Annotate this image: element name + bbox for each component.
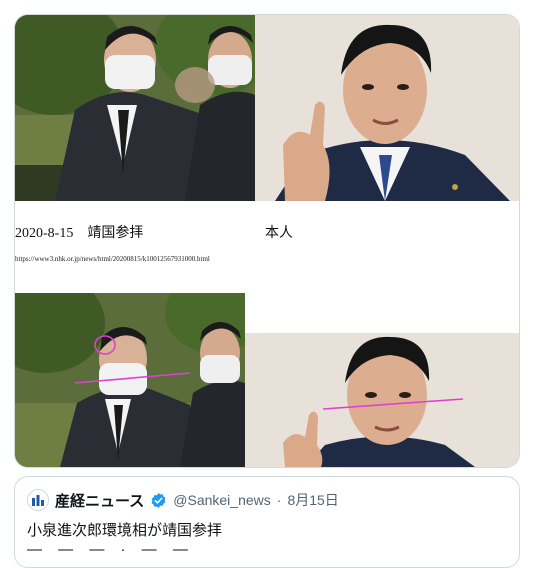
photo-portrait-top[interactable] <box>255 15 519 201</box>
header-separator: · <box>276 492 282 508</box>
caption-the-person: 本人 <box>265 226 293 241</box>
quoted-account-name[interactable]: 産経ニュース <box>55 490 144 511</box>
photo-portrait-annotated[interactable] <box>245 333 519 467</box>
quoted-account-handle[interactable]: @Sankei_news <box>173 492 271 508</box>
source-url: https://www3.nhk.or.jp/news/html/2020081… <box>15 255 210 263</box>
quoted-tweet-card[interactable]: 産経ニュース @Sankei_news · 8月15日 小泉進次郎環境相が靖国参… <box>14 476 520 568</box>
verified-badge-icon <box>151 492 166 508</box>
sankei-logo-icon[interactable] <box>27 489 49 511</box>
caption-date-shrine: 2020-8-15 靖国参拝 <box>15 226 144 241</box>
image-collage[interactable]: 2020-8-15 靖国参拝 本人 https://www3.nhk.or.jp… <box>14 14 520 468</box>
photo-shrine-visit-annotated[interactable] <box>15 293 245 467</box>
photo-shrine-visit-top[interactable] <box>15 15 255 201</box>
quoted-tweet-text: 小泉進次郎環境相が靖国参拝 <box>27 522 223 539</box>
quoted-tweet-header: 産経ニュース @Sankei_news · 8月15日 <box>27 489 339 511</box>
quoted-tweet-date[interactable]: 8月15日 <box>287 490 338 510</box>
